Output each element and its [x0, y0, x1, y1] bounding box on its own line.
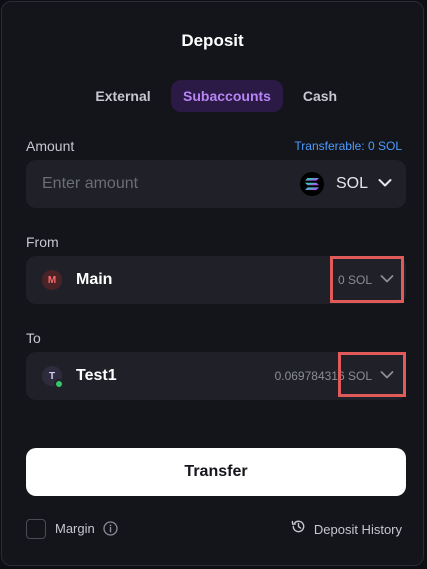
deposit-history-label: Deposit History: [313, 521, 402, 537]
avatar: M: [42, 270, 62, 290]
tab-cash[interactable]: Cash: [291, 80, 349, 112]
token-label: SOL: [335, 175, 368, 192]
from-account-name: Main: [76, 271, 113, 288]
deposit-tabs: External Subaccounts Cash: [2, 80, 423, 112]
margin-label: Margin: [55, 521, 95, 536]
dialog-title: Deposit: [181, 31, 244, 50]
tab-subaccounts[interactable]: Subaccounts: [171, 80, 283, 112]
from-balance: 0 SOL: [337, 273, 372, 287]
deposit-history-link[interactable]: Deposit History: [291, 518, 402, 540]
to-label: To: [26, 330, 41, 346]
from-label: From: [26, 234, 59, 250]
amount-label: Amount: [26, 138, 75, 154]
to-account-name: Test1: [76, 367, 117, 384]
token-select[interactable]: SOL: [299, 160, 392, 208]
chevron-down-icon: [378, 175, 392, 193]
to-account-select[interactable]: T Test1 0.069784316 SOL: [26, 352, 406, 400]
transferable-link[interactable]: Transferable: 0 SOL: [294, 139, 402, 153]
chevron-down-icon[interactable]: [380, 272, 394, 291]
solana-logo-icon: [299, 172, 324, 196]
to-balance: 0.069784316 SOL: [274, 369, 372, 383]
deposit-dialog: Deposit External Subaccounts Cash Amount…: [1, 1, 424, 566]
amount-input[interactable]: [42, 160, 272, 208]
margin-checkbox[interactable]: [26, 519, 46, 539]
chevron-down-icon[interactable]: [380, 368, 394, 387]
transfer-button[interactable]: Transfer: [26, 448, 406, 496]
from-account-select[interactable]: M Main 0 SOL: [26, 256, 406, 304]
tab-external[interactable]: External: [84, 80, 162, 112]
history-icon: [291, 519, 306, 539]
amount-field: SOL: [26, 160, 406, 208]
status-badge: [54, 379, 63, 388]
info-icon[interactable]: [103, 521, 118, 541]
